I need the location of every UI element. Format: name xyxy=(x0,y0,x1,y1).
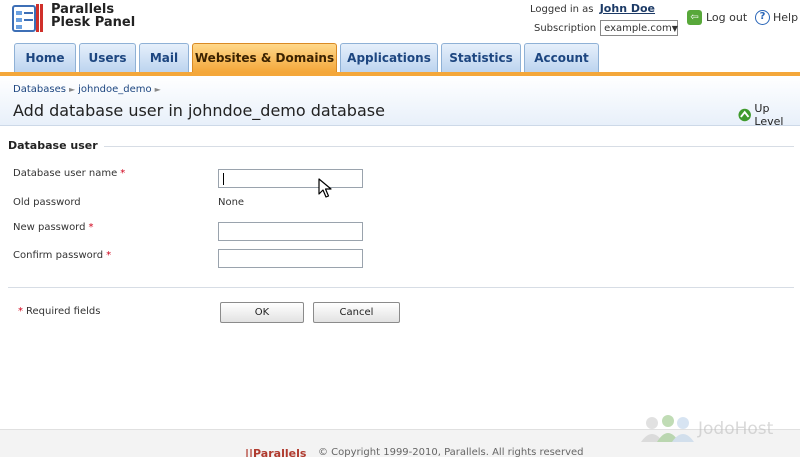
logout-icon: ⇦ xyxy=(687,10,702,25)
confirm-password-input[interactable] xyxy=(218,249,363,268)
tab-mail[interactable]: Mail xyxy=(139,43,189,72)
section-divider xyxy=(8,146,794,147)
jodohost-watermark: JodoHost xyxy=(638,414,773,444)
tab-home[interactable]: Home xyxy=(14,43,76,72)
confirm-password-label: Confirm password xyxy=(13,250,104,261)
breadcrumb-johndoe-demo[interactable]: johndoe_demo xyxy=(78,84,152,95)
breadcrumb-databases[interactable]: Databases xyxy=(13,84,66,95)
brand-logo[interactable]: Parallels Plesk Panel xyxy=(12,3,135,33)
old-password-label: Old password xyxy=(13,197,81,208)
section-title: Database user xyxy=(8,139,104,152)
required-marker: * xyxy=(18,306,23,317)
brand-line2: Plesk Panel xyxy=(51,15,136,30)
up-level-label: Up Level xyxy=(754,102,784,128)
required-fields-label: Required fields xyxy=(26,306,101,317)
chevron-down-icon: ▼ xyxy=(671,23,678,33)
breadcrumb: Databases ► johndoe_demo ► xyxy=(13,84,164,95)
mouse-cursor-icon xyxy=(318,178,332,198)
parallels-footer-logo: ||Parallels xyxy=(245,447,307,457)
copyright-text: © Copyright 1999-2010, Parallels. All ri… xyxy=(318,447,584,457)
database-user-name-input[interactable] xyxy=(218,169,363,188)
tab-websites-domains[interactable]: Websites & Domains xyxy=(192,43,337,72)
user-name-link[interactable]: John Doe xyxy=(600,2,655,15)
ok-button[interactable]: OK xyxy=(220,302,304,323)
required-marker: * xyxy=(120,168,126,179)
old-password-value: None xyxy=(218,197,245,208)
confirm-password-label-row: Confirm password * xyxy=(13,250,111,261)
help-icon: ? xyxy=(755,10,770,25)
help-label: Help xyxy=(773,11,799,24)
username-label-row: Database user name * xyxy=(13,168,125,179)
title-band: Databases ► johndoe_demo ► Add database use… xyxy=(0,76,800,128)
required-marker: * xyxy=(106,250,112,261)
new-password-input[interactable] xyxy=(218,222,363,241)
help-link[interactable]: ? Help xyxy=(755,10,798,25)
people-icon xyxy=(641,415,694,442)
up-level-icon xyxy=(738,108,751,122)
page-title: Add database user in johndoe_demo databa… xyxy=(13,101,385,120)
cancel-button[interactable]: Cancel xyxy=(313,302,400,323)
up-level-link[interactable]: Up Level xyxy=(738,102,800,128)
breadcrumb-separator-icon: ► xyxy=(68,85,76,94)
tab-applications[interactable]: Applications xyxy=(340,43,438,72)
required-fields-note: * Required fields xyxy=(18,306,100,317)
text-caret xyxy=(223,173,224,185)
required-marker: * xyxy=(88,222,94,233)
subscription-label: Subscription xyxy=(534,22,597,34)
subscription-value: example.com xyxy=(604,22,672,34)
tab-statistics[interactable]: Statistics xyxy=(441,43,521,72)
plesk-logo-icon xyxy=(12,4,43,32)
watermark-text: JodoHost xyxy=(698,419,774,439)
new-password-label: New password xyxy=(13,222,86,233)
tab-account[interactable]: Account xyxy=(524,43,599,72)
new-password-label-row: New password * xyxy=(13,222,93,233)
main-tabs: Home Users Mail Websites & Domains Appli… xyxy=(14,43,602,72)
breadcrumb-separator-icon: ► xyxy=(154,85,161,94)
logout-link[interactable]: ⇦ Log out xyxy=(687,10,747,25)
username-label: Database user name xyxy=(13,168,118,179)
header: Parallels Plesk Panel Logged in as John … xyxy=(0,0,800,72)
subscription-select[interactable]: example.com ▼ xyxy=(600,20,679,36)
logged-in-label: Logged in as xyxy=(530,4,594,15)
tab-users[interactable]: Users xyxy=(79,43,136,72)
logout-label: Log out xyxy=(706,11,748,24)
form-divider xyxy=(8,287,794,288)
